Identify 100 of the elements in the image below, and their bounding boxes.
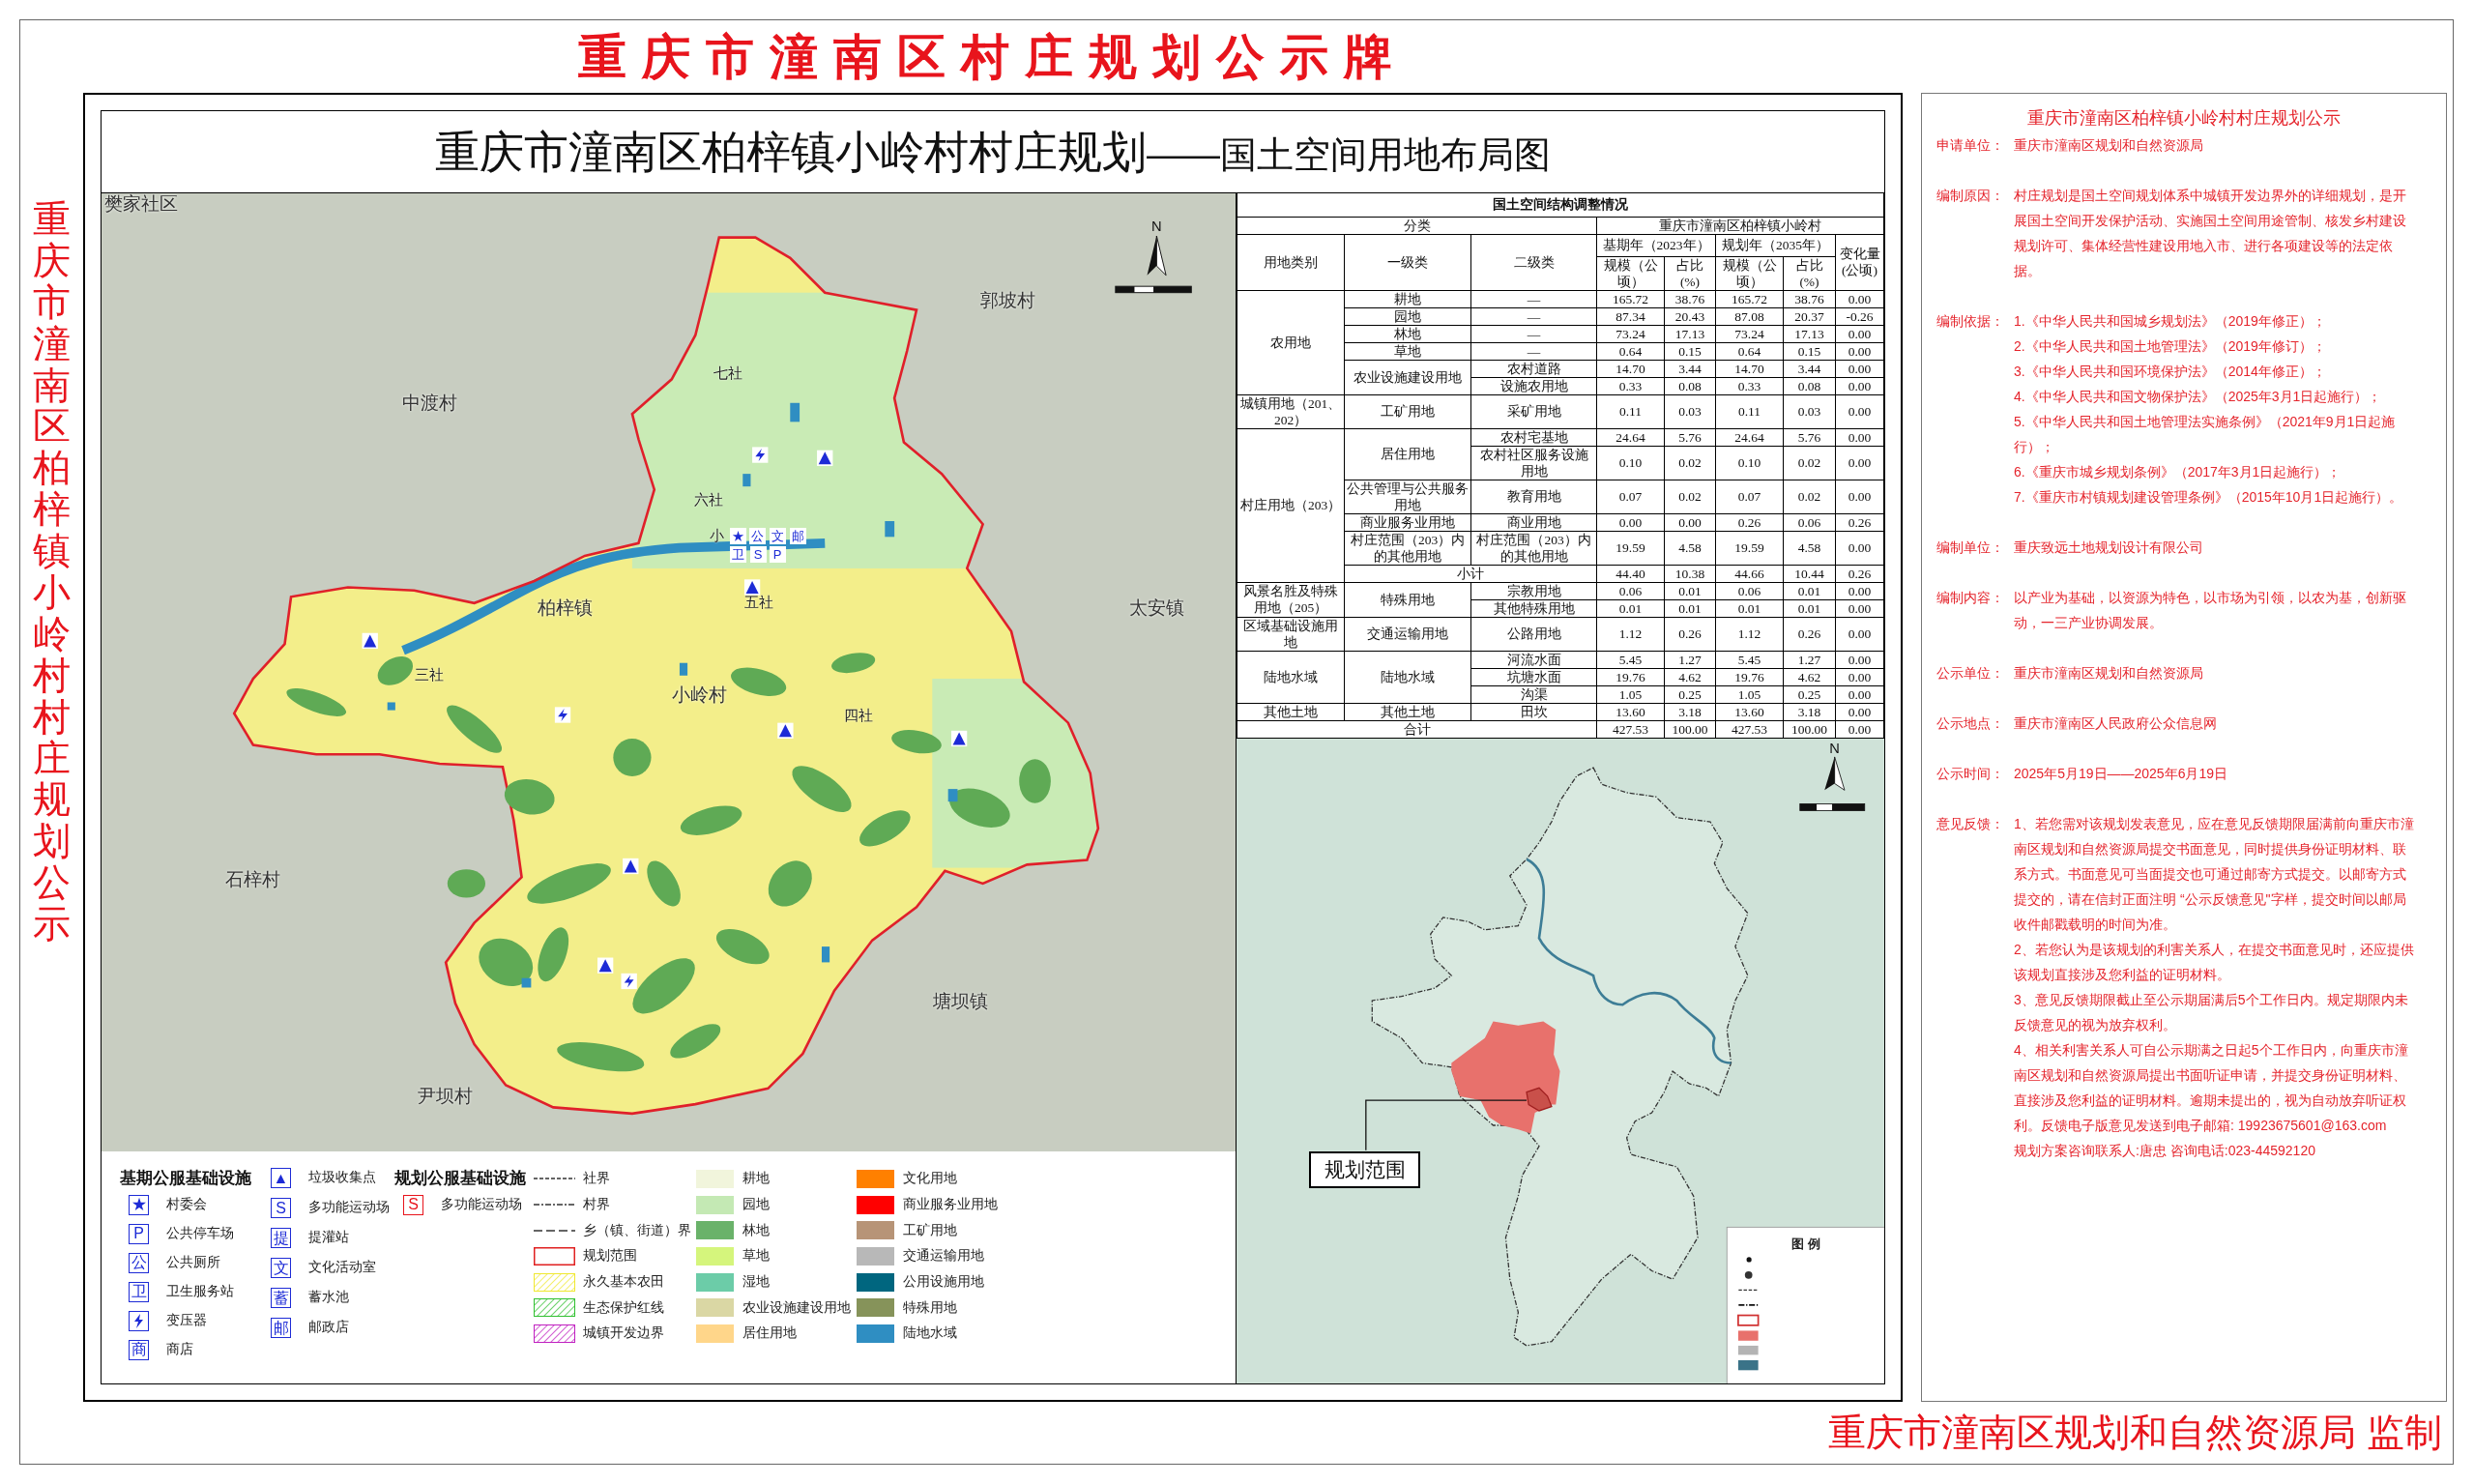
field-label: 编制内容： — [1936, 589, 2005, 607]
map-subtitle: ——国土空间用地布局图 — [1147, 134, 1551, 177]
table-cell: 165.72 — [1596, 290, 1665, 307]
field-value: 重庆市潼南区人民政府公众信息网 — [2014, 714, 2218, 733]
list-item: 1.《中华人民共和国城乡规划法》（2019年修正）； — [2014, 312, 2327, 331]
legend-label: 商店 — [166, 1340, 193, 1358]
field-value: 重庆市潼南区规划和自然资源局 — [2014, 136, 2204, 155]
dashed-line-icon — [1737, 1289, 1760, 1291]
dash-dot-line-icon — [1737, 1303, 1760, 1306]
woodland-patch — [479, 938, 534, 986]
woodland-patch — [715, 928, 770, 965]
column-header: 基期年（2023年） — [1596, 234, 1716, 256]
map-title: 重庆市潼南区柏梓镇小岭村村庄规划 — [435, 126, 1147, 179]
table-cell: 100.00 — [1783, 720, 1836, 738]
place-label: 石梓村 — [224, 867, 280, 891]
table-cell: 24.64 — [1596, 428, 1665, 446]
area-label: 小 — [710, 527, 725, 545]
legend-label: 农业设施建设用地 — [742, 1298, 851, 1317]
map-symbol-icon: 提 — [271, 1228, 291, 1248]
field-label: 公示地点： — [1936, 714, 2005, 733]
legend-label: 园地 — [742, 1195, 770, 1213]
map-symbol-icon: 卫 — [129, 1281, 149, 1302]
table-cell: 0.26 — [1835, 513, 1884, 531]
field-label: 公示单位： — [1936, 664, 2005, 683]
table-cell: 1.12 — [1715, 617, 1784, 651]
legend-label: 垃圾收集点 — [308, 1169, 376, 1187]
place-label: 郭坡村 — [980, 288, 1036, 312]
lightning-marker-icon — [752, 447, 769, 463]
woodland-patch — [1019, 759, 1051, 803]
map-symbol-icon: 邮 — [271, 1318, 291, 1338]
table-cell: 100.00 — [1664, 720, 1716, 738]
legend-heading: 规划公服基础设施 — [394, 1168, 527, 1189]
table-cell: 0.00 — [1835, 685, 1884, 703]
pond — [947, 789, 958, 802]
table-cell: 0.00 — [1835, 394, 1884, 428]
area-label: 五社 — [744, 593, 774, 611]
table-cell: 0.03 — [1783, 394, 1836, 428]
woodland-patch — [504, 779, 555, 815]
row-header: 陆地水域 — [1237, 651, 1345, 703]
table-cell: 4.62 — [1664, 668, 1716, 685]
table-cell: 73.24 — [1715, 325, 1784, 342]
table-cell: 1.27 — [1664, 651, 1716, 668]
table-cell: 农村宅基地 — [1470, 428, 1597, 446]
table-cell: 73.24 — [1596, 325, 1665, 342]
legend-label: 文化用地 — [903, 1170, 957, 1188]
legend-label: 变压器 — [166, 1311, 207, 1329]
area-label: 六社 — [694, 490, 724, 509]
legend-label: 多功能运动场 — [441, 1195, 522, 1213]
table-cell: 0.00 — [1835, 531, 1884, 565]
pond — [679, 662, 688, 676]
table-cell: 采矿用地 — [1470, 394, 1597, 428]
table-cell: 24.64 — [1715, 428, 1784, 446]
woodland-patch — [447, 869, 485, 898]
legend-label: 乡（镇、街道）界 — [583, 1221, 691, 1239]
legend-label: 蓄水池 — [308, 1289, 349, 1307]
table-cell: 14.70 — [1596, 360, 1665, 377]
table-cell: 林地 — [1344, 325, 1471, 342]
legend-title: 图 例 — [1791, 1236, 1821, 1251]
field-value: 重庆市潼南区规划和自然资源局 — [2014, 664, 2204, 683]
table-cell: 0.64 — [1715, 342, 1784, 360]
table-cell: 设施农用地 — [1470, 377, 1597, 394]
table-cell: 工矿用地 — [1344, 394, 1471, 428]
table-cell: 耕地 — [1344, 290, 1471, 307]
list-item: 3.《中华人民共和国环境保护法》（2014年修正）； — [2014, 363, 2327, 381]
row-header: 村庄用地（203） — [1237, 428, 1345, 582]
table-cell: 其他特殊用地 — [1470, 599, 1597, 617]
footer-credit: 重庆市潼南区规划和自然资源局 监制 — [1828, 1411, 2442, 1455]
table-cell: 0.00 — [1835, 290, 1884, 307]
field-value: 重庆致远土地规划设计有限公司 — [2014, 538, 2204, 557]
field-value: 以产业为基础，以资源为特色，以市场为引领，以农为基，创新驱动，一三产业协调发展。 — [2014, 589, 2407, 632]
pond — [790, 402, 800, 422]
table-cell: -0.26 — [1835, 307, 1884, 325]
table-cell: — — [1470, 307, 1597, 325]
map-symbol-icon: 商 — [129, 1339, 149, 1360]
legend-label: 生态保护红线 — [583, 1298, 664, 1317]
legend-label: 多功能运动场 — [308, 1199, 390, 1217]
table-cell: 0.02 — [1783, 480, 1836, 513]
woodland-patch — [792, 766, 852, 812]
map-symbol-icon: ★ — [129, 1194, 149, 1215]
table-cell: 87.08 — [1715, 307, 1784, 325]
woodland-patch — [949, 788, 1010, 828]
map-symbol-icon: ▲ — [271, 1168, 291, 1188]
table-cell: 0.11 — [1715, 394, 1784, 428]
table-cell: 0.06 — [1596, 582, 1665, 599]
legend-label: 村委会 — [166, 1195, 207, 1213]
field-label: 意见反馈： — [1936, 815, 2005, 833]
row-header: 风景名胜及特殊用地（205） — [1237, 582, 1345, 617]
table-cell: 0.01 — [1664, 582, 1716, 599]
table-cell: 0.33 — [1715, 377, 1784, 394]
table-cell: 0.00 — [1835, 599, 1884, 617]
notice-title: 重庆市潼南区柏梓镇小岭村村庄规划公示 — [2026, 107, 2342, 130]
table-cell: — — [1470, 290, 1597, 307]
column-header: 一级类 — [1344, 234, 1471, 290]
legend-label: 特殊用地 — [903, 1298, 957, 1317]
table-cell: 0.00 — [1835, 720, 1884, 738]
row-header: 合计 — [1237, 720, 1597, 738]
table-cell: 村庄范围（203）内的其他用地 — [1470, 531, 1597, 565]
map-symbol-icon: S — [271, 1198, 291, 1218]
table-cell: 公共管理与公共服务用地 — [1344, 480, 1471, 513]
legend-label: 交通运输用地 — [903, 1247, 984, 1266]
